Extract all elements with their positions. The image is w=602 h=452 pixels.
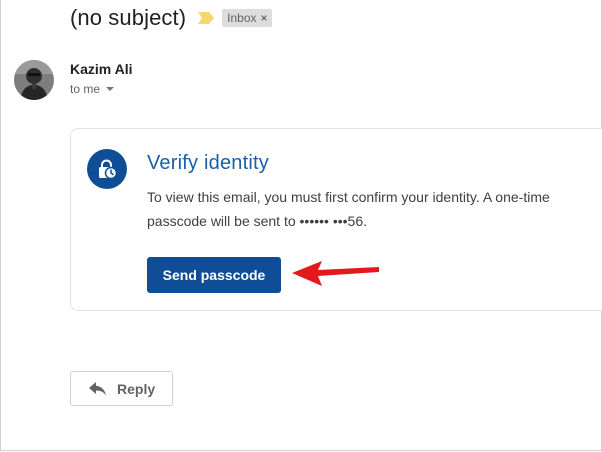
reply-arrow-icon (89, 381, 106, 395)
recipients-dropdown[interactable]: to me (70, 82, 115, 96)
reply-button[interactable]: Reply (70, 371, 173, 406)
avatar-photo-icon (14, 60, 54, 100)
email-view: (no subject) Inbox × Kazim Ali to me Ver… (0, 0, 602, 451)
remove-label-icon[interactable]: × (261, 11, 268, 25)
chevron-down-icon (106, 87, 115, 91)
subject-row: (no subject) Inbox × (70, 4, 272, 32)
lock-clock-icon (87, 149, 127, 189)
sender-name[interactable]: Kazim Ali (70, 61, 133, 77)
importance-marker-icon[interactable] (198, 12, 215, 24)
sender-avatar[interactable] (14, 60, 54, 100)
inbox-label-chip: Inbox × (222, 9, 272, 27)
recipients-text: to me (70, 82, 101, 96)
card-message: To view this email, you must first confi… (147, 189, 550, 229)
email-subject: (no subject) (70, 5, 187, 30)
reply-label: Reply (117, 380, 156, 397)
annotation-arrow-icon (292, 261, 379, 286)
inbox-label-text: Inbox (227, 10, 257, 25)
card-title: Verify identity (147, 152, 269, 174)
send-passcode-button[interactable]: Send passcode (147, 257, 281, 293)
